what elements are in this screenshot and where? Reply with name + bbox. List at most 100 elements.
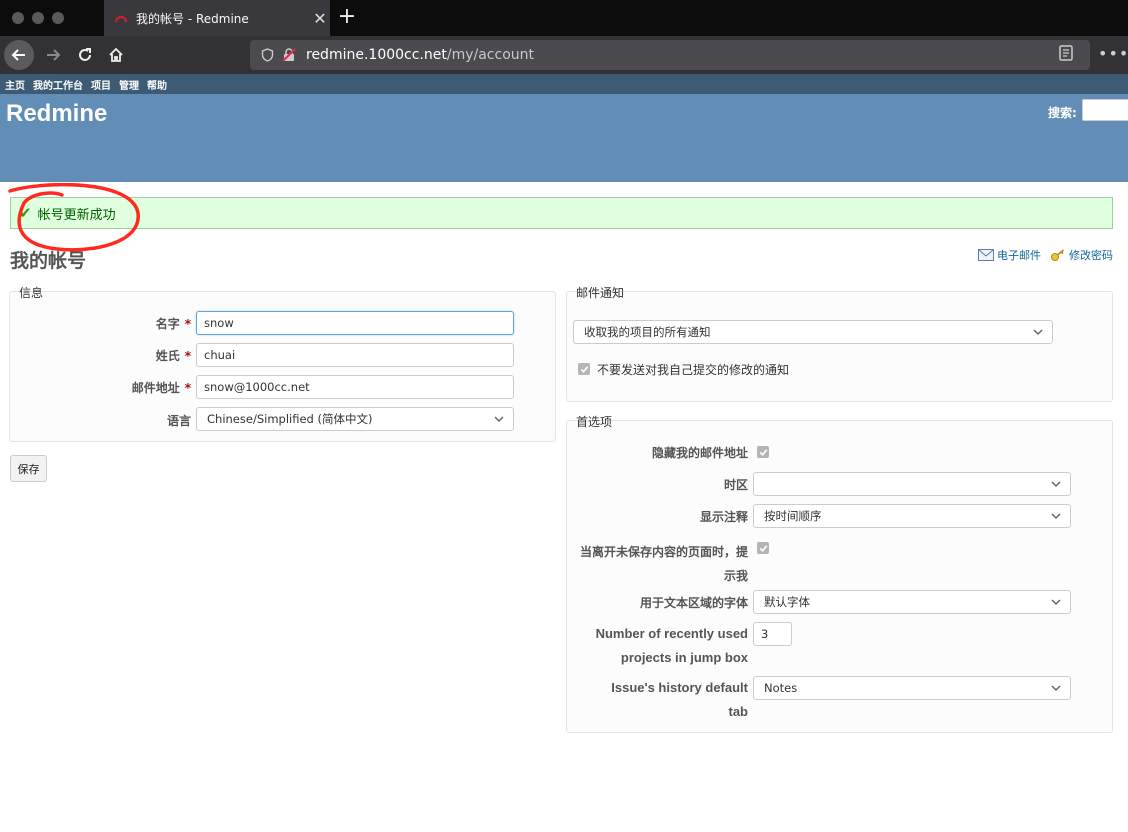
address-bar[interactable]: redmine.1000cc.net/my/account: [250, 40, 1090, 70]
reload-icon: [79, 48, 91, 61]
chevron-down-icon: [494, 416, 504, 423]
save-button[interactable]: 保存: [10, 455, 47, 482]
mail-notification-value: 收取我的项目的所有通知: [584, 325, 711, 339]
no-self-notified-checkbox[interactable]: [578, 363, 590, 375]
new-tab-button[interactable]: +: [336, 4, 358, 30]
key-icon: [1051, 249, 1065, 261]
zoom-window-button[interactable]: [52, 12, 64, 24]
top-menu-item-admin[interactable]: 管理: [119, 77, 139, 92]
warn-unsaved-checkbox[interactable]: [757, 542, 769, 554]
textarea-font-value: 默认字体: [764, 595, 810, 609]
hide-mail-label: 隐藏我的邮件地址: [651, 446, 748, 460]
chevron-down-icon: [1033, 329, 1043, 336]
minimize-window-button[interactable]: [32, 12, 44, 24]
top-menu-item-my-page[interactable]: 我的工作台: [33, 77, 83, 92]
chevron-down-icon: [1051, 685, 1061, 692]
site-title[interactable]: Redmine: [6, 100, 107, 128]
lastname-label-text: 姓氏: [155, 349, 180, 363]
search-label: 搜索:: [1048, 106, 1077, 120]
firstname-label: 名字 *: [100, 315, 191, 332]
history-tab-select[interactable]: Notes: [753, 676, 1071, 700]
close-window-button[interactable]: [12, 12, 24, 24]
arrow-right-icon: [47, 49, 61, 61]
arrow-left-icon: [11, 49, 25, 61]
comments-sorting-label: 显示注释: [699, 510, 748, 524]
preferences-legend: 首选项: [576, 415, 613, 429]
textarea-font-label: 用于文本区域的字体: [639, 596, 748, 610]
warn-unsaved-label-line2: 示我: [723, 569, 748, 583]
top-menu-item-projects[interactable]: 项目: [91, 77, 111, 92]
chevron-down-icon: [1051, 599, 1061, 606]
tab-title: 我的帐号 - Redmine: [136, 11, 249, 26]
red-circle-annotation: [8, 183, 140, 252]
tab-close-icon[interactable]: ✕: [310, 9, 330, 28]
site-header: Redmine 搜索:: [0, 94, 1128, 182]
recent-projects-label: Number of recently used projects in jump…: [570, 622, 748, 670]
mail-notification-select[interactable]: 收取我的项目的所有通知: [573, 320, 1053, 344]
top-menu-item-home[interactable]: 主页: [5, 77, 25, 92]
language-select-value: Chinese/Simplified (简体中文): [207, 412, 373, 426]
mail-notification-fieldset: 邮件通知: [566, 286, 1113, 402]
history-tab-label: Issue's history default tab: [570, 676, 748, 724]
required-mark: *: [184, 349, 191, 363]
warn-unsaved-label-line1: 当离开未保存内容的页面时，提: [579, 545, 748, 559]
email-input[interactable]: snow@1000cc.net: [196, 375, 514, 399]
reader-view-button[interactable]: [1058, 44, 1074, 65]
home-icon: [109, 47, 123, 62]
search-input[interactable]: [1082, 99, 1128, 121]
firstname-label-text: 名字: [155, 317, 180, 331]
more-menu-button[interactable]: •••: [1098, 44, 1128, 63]
forward-button[interactable]: [38, 40, 68, 70]
required-mark: *: [184, 317, 191, 331]
url-host: redmine.1000cc.net: [306, 47, 447, 63]
chevron-down-icon: [1051, 481, 1061, 488]
recent-projects-label-line1: Number of recently used: [595, 626, 748, 641]
insecure-lock-icon[interactable]: [280, 46, 298, 64]
reader-view-icon: [1059, 45, 1073, 61]
mail-notification-legend: 邮件通知: [576, 286, 625, 300]
email-label: 邮件地址 *: [100, 379, 191, 396]
check-icon: [759, 544, 767, 552]
back-button[interactable]: [4, 40, 34, 70]
redmine-favicon-icon: [114, 15, 128, 23]
email-link-label: 电子邮件: [997, 249, 1041, 262]
lastname-input[interactable]: chuai: [196, 343, 514, 367]
email-icon: [978, 249, 994, 261]
comments-sorting-select[interactable]: 按时间顺序: [753, 504, 1071, 528]
email-label-text: 邮件地址: [131, 381, 180, 395]
top-menu: 主页 我的工作台 项目 管理 帮助: [0, 74, 1128, 94]
browser-toolbar: redmine.1000cc.net/my/account •••: [0, 36, 1128, 74]
reload-button[interactable]: [70, 40, 100, 70]
url-text: redmine.1000cc.net/my/account: [306, 47, 534, 63]
hide-mail-checkbox[interactable]: [757, 446, 769, 458]
language-label: 语言: [166, 414, 191, 428]
history-tab-value: Notes: [764, 681, 798, 695]
language-select[interactable]: Chinese/Simplified (简体中文): [196, 407, 514, 431]
lastname-label: 姓氏 *: [100, 347, 191, 364]
email-link[interactable]: 电子邮件: [978, 247, 1041, 263]
timezone-label: 时区: [723, 478, 748, 492]
required-mark: *: [184, 381, 191, 395]
top-menu-item-help[interactable]: 帮助: [147, 77, 167, 92]
change-password-label: 修改密码: [1069, 249, 1113, 262]
page-title: 我的帐号: [10, 250, 87, 272]
firstname-input[interactable]: snow: [196, 311, 514, 335]
flash-notice: ✔ 帐号更新成功: [10, 197, 1113, 229]
check-icon: [580, 365, 588, 373]
timezone-select[interactable]: [753, 472, 1071, 496]
browser-tab-bar: 我的帐号 - Redmine ✕ +: [0, 0, 1128, 36]
recent-projects-input[interactable]: 3: [753, 622, 792, 646]
textarea-font-select[interactable]: 默认字体: [753, 590, 1071, 614]
history-tab-label-line2: tab: [728, 704, 749, 719]
change-password-link[interactable]: 修改密码: [1050, 247, 1113, 263]
warn-unsaved-label: 当离开未保存内容的页面时，提 示我: [570, 540, 748, 588]
shield-icon[interactable]: [258, 46, 276, 64]
home-button[interactable]: [101, 40, 131, 70]
history-tab-label-line1: Issue's history default: [611, 680, 748, 695]
info-legend: 信息: [19, 286, 44, 300]
no-self-notified-label: 不要发送对我自己提交的修改的通知: [597, 363, 790, 377]
recent-projects-label-line2: projects in jump box: [620, 650, 748, 665]
browser-tab[interactable]: 我的帐号 - Redmine ✕: [104, 0, 330, 36]
url-path: /my/account: [446, 47, 535, 63]
comments-sorting-value: 按时间顺序: [764, 509, 822, 523]
